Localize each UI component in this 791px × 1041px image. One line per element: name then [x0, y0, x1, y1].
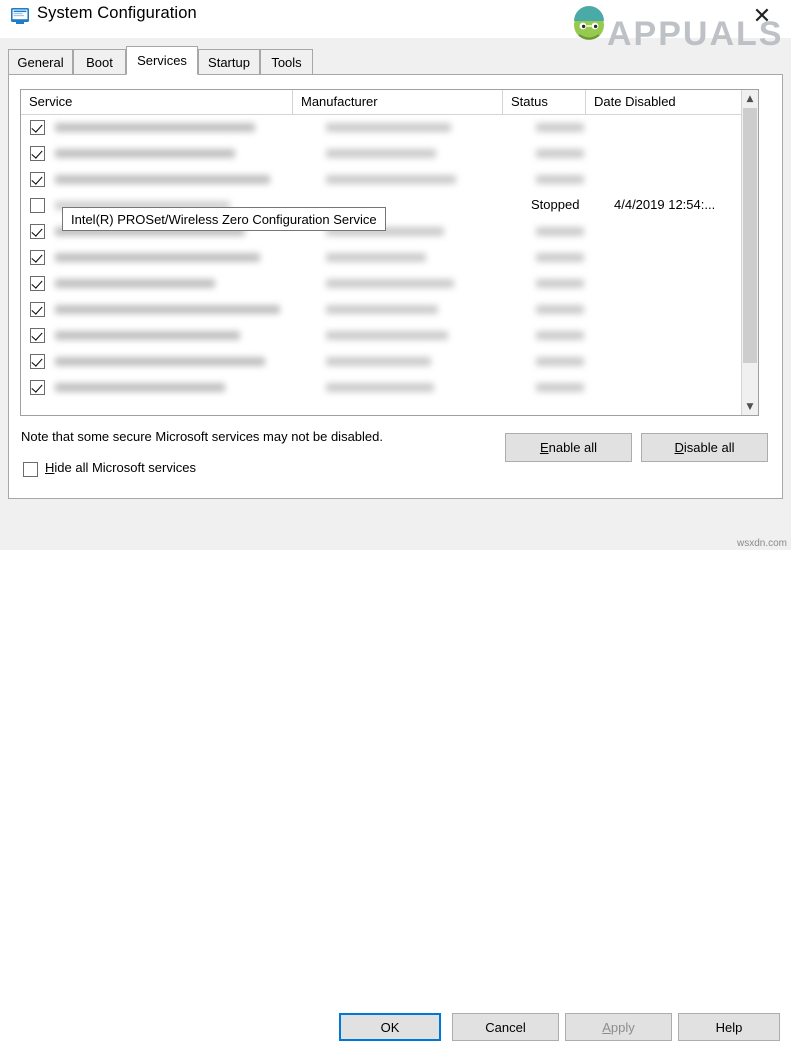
row-checkbox[interactable] [30, 302, 45, 317]
scrollbar-thumb[interactable] [743, 108, 757, 363]
row-checkbox[interactable] [30, 380, 45, 395]
table-row[interactable] [21, 245, 742, 271]
tab-boot[interactable]: Boot [73, 49, 126, 75]
window-title: System Configuration [37, 4, 197, 22]
table-row[interactable] [21, 167, 742, 193]
blurred-service-text [55, 175, 270, 184]
scroll-down-arrow-icon[interactable]: ▼ [742, 398, 758, 415]
dialog-button-bar: OK Cancel Apply Help wsxdn.com [0, 500, 791, 1041]
row-checkbox[interactable] [30, 198, 45, 213]
apply-button[interactable]: Apply [565, 1013, 672, 1041]
blurred-status-text [536, 227, 584, 236]
disable-all-button[interactable]: Disable all [641, 433, 768, 462]
blurred-service-text [55, 357, 265, 366]
apply-label: pply [610, 1019, 635, 1035]
close-button[interactable]: ✕ [739, 0, 785, 32]
scroll-up-arrow-icon[interactable]: ▲ [742, 90, 758, 107]
table-row[interactable] [21, 115, 742, 141]
blurred-status-text [536, 175, 584, 184]
vertical-scrollbar[interactable]: ▲ ▼ [741, 90, 758, 415]
row-checkbox[interactable] [30, 120, 45, 135]
row-checkbox[interactable] [30, 172, 45, 187]
blurred-service-text [55, 279, 215, 288]
system-configuration-window: System Configuration ✕ APPUALS General B… [0, 0, 791, 1041]
blurred-manufacturer-text [326, 149, 436, 158]
blurred-status-text [536, 123, 584, 132]
column-header-manufacturer[interactable]: Manufacturer [293, 90, 503, 114]
blurred-status-text [536, 383, 584, 392]
blurred-manufacturer-text [326, 175, 456, 184]
table-row[interactable] [21, 375, 742, 401]
help-button[interactable]: Help [678, 1013, 780, 1041]
blurred-status-text [536, 279, 584, 288]
secure-services-note: Note that some secure Microsoft services… [21, 429, 383, 444]
blurred-manufacturer-text [326, 253, 426, 262]
list-body: Stopped 4/4/2019 12:54:... [21, 115, 742, 415]
row-checkbox[interactable] [30, 328, 45, 343]
disable-all-label: isable all [683, 440, 735, 455]
hide-microsoft-services-label[interactable]: Hide all Microsoft services [45, 460, 196, 475]
hide-microsoft-services-text: ide all Microsoft services [54, 460, 196, 475]
tab-general[interactable]: General [8, 49, 73, 75]
blurred-service-text [55, 123, 255, 132]
table-row[interactable] [21, 323, 742, 349]
tab-services[interactable]: Services [126, 46, 198, 75]
blurred-manufacturer-text [326, 357, 431, 366]
list-header: Service Manufacturer Status Date Disable… [21, 90, 758, 115]
blurred-status-text [536, 149, 584, 158]
table-row[interactable] [21, 349, 742, 375]
row-status: Stopped [531, 197, 580, 212]
blurred-service-text [55, 253, 260, 262]
blurred-service-text [55, 383, 225, 392]
blurred-status-text [536, 357, 584, 366]
column-header-date-disabled[interactable]: Date Disabled [586, 90, 742, 114]
column-header-status[interactable]: Status [503, 90, 586, 114]
row-checkbox[interactable] [30, 146, 45, 161]
blurred-service-text [55, 331, 240, 340]
row-checkbox[interactable] [30, 354, 45, 369]
column-header-service[interactable]: Service [21, 90, 293, 114]
system-configuration-icon [11, 8, 29, 24]
table-row[interactable] [21, 271, 742, 297]
blurred-service-text [55, 305, 280, 314]
cancel-button[interactable]: Cancel [452, 1013, 559, 1041]
title-bar: System Configuration ✕ APPUALS [0, 0, 791, 53]
blurred-manufacturer-text [326, 383, 434, 392]
tab-startup[interactable]: Startup [198, 49, 260, 75]
enable-all-label: nable all [548, 440, 598, 455]
table-row[interactable] [21, 141, 742, 167]
blurred-status-text [536, 331, 584, 340]
blurred-manufacturer-text [326, 123, 451, 132]
blurred-manufacturer-text [326, 331, 448, 340]
footer-credit: wsxdn.com [736, 538, 787, 549]
row-checkbox[interactable] [30, 276, 45, 291]
row-checkbox[interactable] [30, 250, 45, 265]
table-row[interactable] [21, 297, 742, 323]
blurred-manufacturer-text [326, 279, 454, 288]
enable-all-button[interactable]: Enable all [505, 433, 632, 462]
blurred-status-text [536, 305, 584, 314]
services-list[interactable]: Service Manufacturer Status Date Disable… [20, 89, 759, 416]
blurred-service-text [55, 149, 235, 158]
blurred-status-text [536, 253, 584, 262]
ok-button[interactable]: OK [339, 1013, 441, 1041]
service-tooltip: Intel(R) PROSet/Wireless Zero Configurat… [62, 207, 386, 231]
blurred-manufacturer-text [326, 305, 438, 314]
tab-strip: General Boot Services Startup Tools [8, 46, 783, 75]
tab-tools[interactable]: Tools [260, 49, 313, 75]
row-checkbox[interactable] [30, 224, 45, 239]
services-panel: Service Manufacturer Status Date Disable… [8, 74, 783, 499]
hide-microsoft-services-checkbox[interactable] [23, 462, 38, 477]
row-date-disabled: 4/4/2019 12:54:... [614, 197, 716, 212]
